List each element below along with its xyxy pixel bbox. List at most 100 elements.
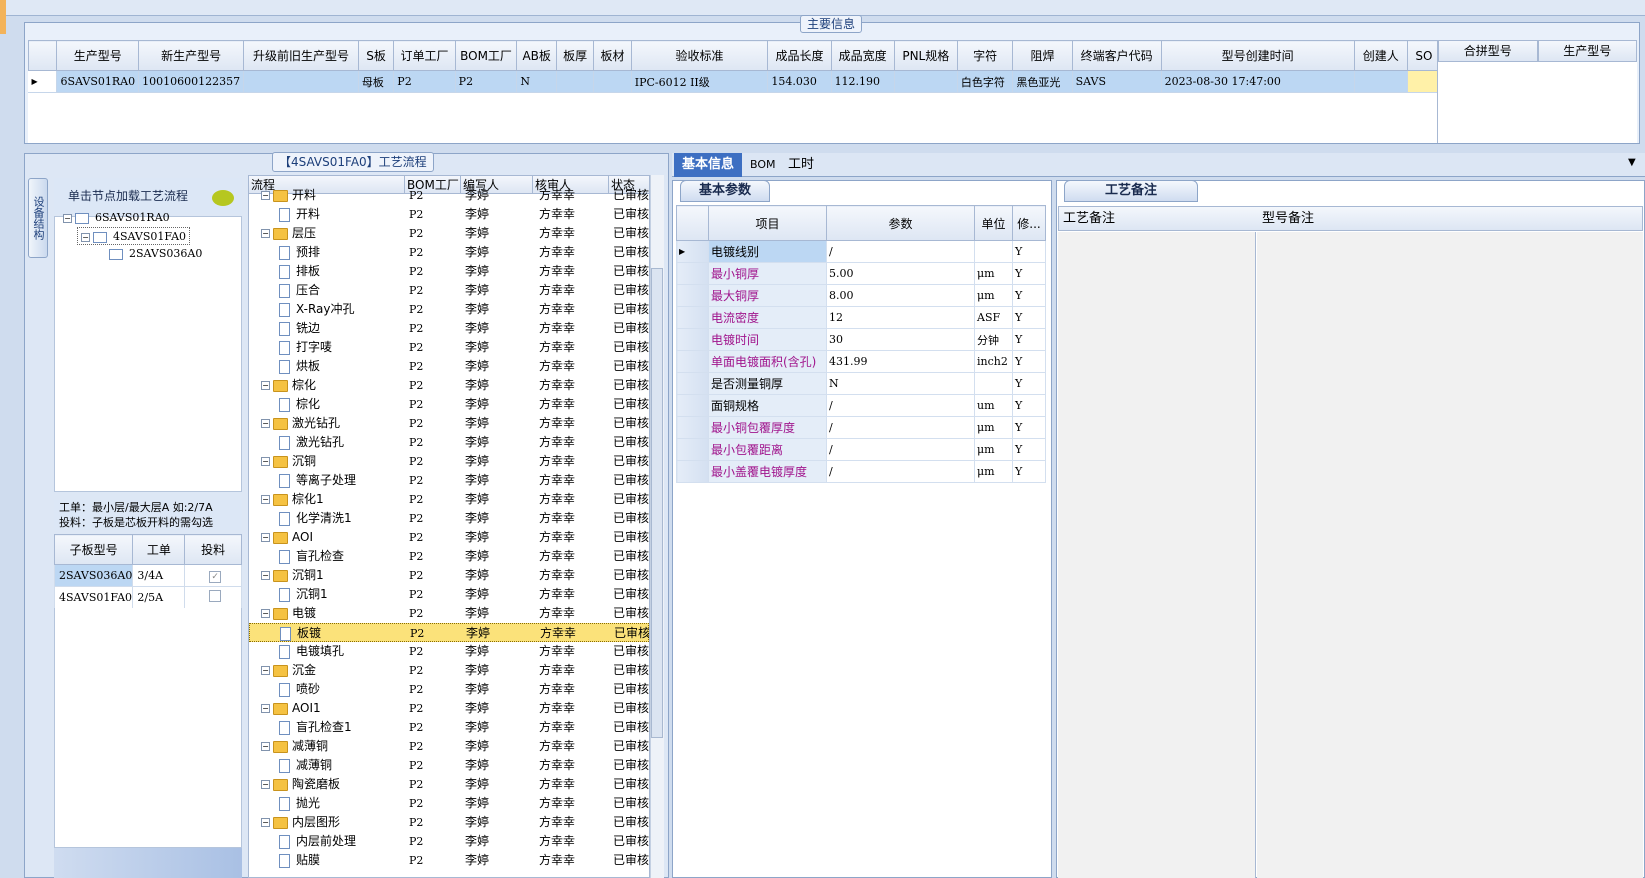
- col-item[interactable]: 项目: [708, 205, 827, 241]
- main-cell-11[interactable]: 112.190: [831, 70, 895, 93]
- main-col-17[interactable]: 创建人: [1353, 40, 1408, 71]
- process-row[interactable]: 开料 P2 李婷 方幸幸 已审核: [249, 205, 649, 224]
- collapse-icon[interactable]: −: [261, 818, 270, 827]
- main-cell-17[interactable]: [1354, 70, 1408, 93]
- process-row[interactable]: − 沉铜 P2 李婷 方幸幸 已审核: [249, 452, 649, 471]
- collapse-icon[interactable]: −: [261, 609, 270, 618]
- tab-work-hours[interactable]: 工时: [780, 153, 822, 177]
- process-remark-text[interactable]: [1058, 232, 1256, 878]
- process-row[interactable]: − 棕化 P2 李婷 方幸幸 已审核: [249, 376, 649, 395]
- main-col-2[interactable]: 升级前旧生产型号: [243, 40, 359, 71]
- param-row[interactable]: 是否测量铜厚 N Y: [676, 372, 1046, 395]
- param-row[interactable]: ▶ 电镀线别 / Y: [676, 240, 1046, 263]
- collapse-icon[interactable]: −: [261, 457, 270, 466]
- tree-node-child-selected[interactable]: − 4SAVS01FA0: [77, 227, 191, 245]
- col-unit[interactable]: 单位: [974, 205, 1013, 241]
- collapse-icon[interactable]: −: [261, 495, 270, 504]
- process-row[interactable]: 电镀填孔 P2 李婷 方幸幸 已审核: [249, 642, 649, 661]
- process-row[interactable]: 烘板 P2 李婷 方幸幸 已审核: [249, 357, 649, 376]
- param-row[interactable]: 最小盖覆电镀厚度 / μm Y: [676, 460, 1046, 483]
- process-row[interactable]: 铣边 P2 李婷 方幸幸 已审核: [249, 319, 649, 338]
- sub-col-feed[interactable]: 投料: [184, 534, 242, 565]
- main-col-5[interactable]: BOM工厂: [454, 40, 518, 71]
- main-col-16[interactable]: 型号创建时间: [1160, 40, 1355, 71]
- param-value[interactable]: /: [826, 460, 975, 483]
- main-cell-18[interactable]: [1407, 70, 1442, 93]
- process-row[interactable]: 棕化 P2 李婷 方幸幸 已审核: [249, 395, 649, 414]
- tab-bom[interactable]: BOM: [742, 153, 784, 177]
- collapse-icon[interactable]: −: [261, 229, 270, 238]
- collapse-icon[interactable]: −: [261, 780, 270, 789]
- collapse-icon[interactable]: −: [261, 191, 270, 200]
- collapse-icon[interactable]: −: [261, 419, 270, 428]
- main-cell-12[interactable]: [894, 70, 958, 93]
- process-row[interactable]: − 开料 P2 李婷 方幸幸 已审核: [249, 186, 649, 205]
- main-col-11[interactable]: 成品宽度: [830, 40, 895, 71]
- collapse-icon[interactable]: −: [261, 533, 270, 542]
- param-value[interactable]: 12: [826, 306, 975, 329]
- main-col-0[interactable]: 生产型号: [56, 40, 140, 71]
- main-cell-5[interactable]: P2: [455, 70, 518, 93]
- scrollbar-thumb[interactable]: [651, 268, 663, 738]
- main-cell-8[interactable]: [593, 70, 632, 93]
- process-row[interactable]: 抛光 P2 李婷 方幸幸 已审核: [249, 794, 649, 813]
- process-row[interactable]: 沉铜1 P2 李婷 方幸幸 已审核: [249, 585, 649, 604]
- param-value[interactable]: 8.00: [826, 284, 975, 307]
- collapse-icon[interactable]: −: [261, 381, 270, 390]
- param-row[interactable]: 单面电镀面积(含孔) 431.99 inch2 Y: [676, 350, 1046, 373]
- process-row[interactable]: 化学清洗1 P2 李婷 方幸幸 已审核: [249, 509, 649, 528]
- process-row[interactable]: 等离子处理 P2 李婷 方幸幸 已审核: [249, 471, 649, 490]
- feed-checkbox[interactable]: ✓: [209, 570, 222, 583]
- process-row[interactable]: 盲孔检查 P2 李婷 方幸幸 已审核: [249, 547, 649, 566]
- main-col-10[interactable]: 成品长度: [767, 40, 832, 71]
- param-row[interactable]: 最小铜厚 5.00 μm Y: [676, 262, 1046, 285]
- main-cell-7[interactable]: [556, 70, 595, 93]
- collapse-icon[interactable]: −: [63, 213, 72, 223]
- tree-node-root[interactable]: − 6SAVS01RA0: [63, 209, 170, 227]
- process-row[interactable]: − 电镀 P2 李婷 方幸幸 已审核: [249, 604, 649, 623]
- param-row[interactable]: 电流密度 12 ASF Y: [676, 306, 1046, 329]
- process-row[interactable]: − 减薄铜 P2 李婷 方幸幸 已审核: [249, 737, 649, 756]
- tab-process-remark[interactable]: 工艺备注: [1064, 180, 1199, 202]
- tab-basic-info[interactable]: 基本信息: [674, 153, 743, 177]
- main-cell-6[interactable]: N: [516, 70, 557, 93]
- process-row[interactable]: − AOI P2 李婷 方幸幸 已审核: [249, 528, 649, 547]
- process-row[interactable]: 排板 P2 李婷 方幸幸 已审核: [249, 262, 649, 281]
- main-cell-15[interactable]: SAVS: [1072, 70, 1162, 93]
- main-col-14[interactable]: 阻焊: [1012, 40, 1073, 71]
- col-modify[interactable]: 修...: [1012, 205, 1046, 241]
- process-row[interactable]: − AOI1 P2 李婷 方幸幸 已审核: [249, 699, 649, 718]
- main-cell-3[interactable]: 母板: [358, 70, 395, 93]
- merge-model-header[interactable]: 合拼型号: [1438, 40, 1538, 62]
- main-col-4[interactable]: 订单工厂: [393, 40, 456, 71]
- sub-col-order[interactable]: 工单: [132, 534, 186, 565]
- process-row[interactable]: − 陶瓷磨板 P2 李婷 方幸幸 已审核: [249, 775, 649, 794]
- process-row[interactable]: − 激光钻孔 P2 李婷 方幸幸 已审核: [249, 414, 649, 433]
- main-col-12[interactable]: PNL规格: [893, 40, 958, 71]
- param-row[interactable]: 最小铜包覆厚度 / μm Y: [676, 416, 1046, 439]
- tree-node-grandchild[interactable]: 2SAVS036A0: [109, 245, 202, 263]
- param-row[interactable]: 最小包覆距离 / μm Y: [676, 438, 1046, 461]
- process-row[interactable]: 喷砂 P2 李婷 方幸幸 已审核: [249, 680, 649, 699]
- table-row[interactable]: 4SAVS01FA0 2/5A: [53, 586, 242, 609]
- sub-col-model[interactable]: 子板型号: [53, 534, 134, 565]
- main-cell-0[interactable]: 6SAVS01RA0: [56, 70, 140, 93]
- param-value[interactable]: /: [826, 438, 975, 461]
- process-row[interactable]: 贴膜 P2 李婷 方幸幸 已审核: [249, 851, 649, 870]
- param-row[interactable]: 最大铜厚 8.00 μm Y: [676, 284, 1046, 307]
- collapse-icon[interactable]: −: [261, 742, 270, 751]
- main-cell-9[interactable]: IPC-6012 II级: [631, 70, 769, 93]
- process-row[interactable]: X-Ray冲孔 P2 李婷 方幸幸 已审核: [249, 300, 649, 319]
- collapse-icon[interactable]: −: [261, 666, 270, 675]
- main-col-3[interactable]: S板: [357, 40, 395, 71]
- col-param[interactable]: 参数: [826, 205, 975, 241]
- tab-dropdown-icon[interactable]: ▼: [1628, 157, 1636, 168]
- collapse-icon[interactable]: −: [261, 571, 270, 580]
- process-row[interactable]: 压合 P2 李婷 方幸幸 已审核: [249, 281, 649, 300]
- process-row[interactable]: 打字唛 P2 李婷 方幸幸 已审核: [249, 338, 649, 357]
- process-row[interactable]: − 棕化1 P2 李婷 方幸幸 已审核: [249, 490, 649, 509]
- param-row[interactable]: 面铜规格 / um Y: [676, 394, 1046, 417]
- collapse-icon[interactable]: −: [81, 232, 90, 242]
- process-row[interactable]: 激光钻孔 P2 李婷 方幸幸 已审核: [249, 433, 649, 452]
- param-value[interactable]: /: [826, 416, 975, 439]
